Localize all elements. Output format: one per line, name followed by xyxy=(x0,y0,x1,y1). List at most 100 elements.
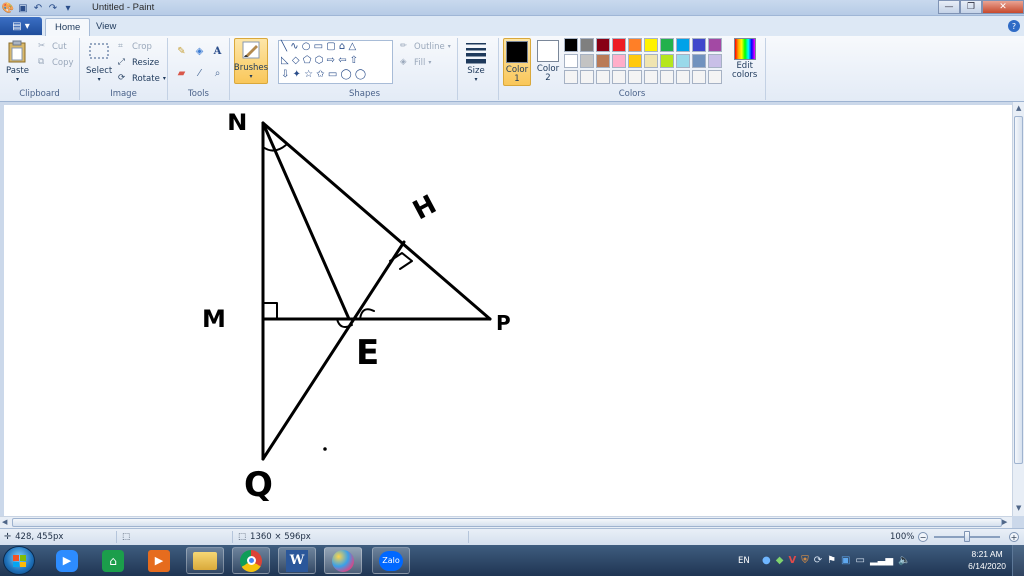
palette-swatch[interactable] xyxy=(660,54,674,68)
language-indicator[interactable]: EN xyxy=(738,545,750,576)
palette-swatch[interactable] xyxy=(612,38,626,52)
palette-swatch[interactable] xyxy=(564,38,578,52)
network-app-icon[interactable]: ▣ xyxy=(841,555,850,566)
palette-swatch[interactable] xyxy=(628,38,642,52)
color1-button[interactable]: Color 1 xyxy=(503,38,531,86)
maximize-button[interactable]: ❐ xyxy=(960,0,982,14)
image-group: Select ▾ ⌗ Crop ⤢ Resize ⟳ Rotate ▾ Image xyxy=(80,38,168,100)
color-picker-icon[interactable]: ⁄ xyxy=(192,66,207,81)
signal-icon[interactable]: ▂▃▅ xyxy=(870,555,893,566)
workspace: N M P E H Q ▲ ▼ ◀ ▶ xyxy=(0,102,1024,528)
taskbar-word[interactable]: W xyxy=(278,547,316,574)
volume-icon[interactable]: 🔈 xyxy=(898,555,910,566)
palette-swatch[interactable] xyxy=(564,54,578,68)
horizontal-scroll-thumb[interactable] xyxy=(12,518,1002,527)
help-icon[interactable]: ? xyxy=(1008,20,1020,32)
select-button[interactable]: Select ▾ xyxy=(86,40,112,83)
start-button[interactable] xyxy=(3,546,35,575)
edit-colors-button[interactable]: Edit colors xyxy=(732,38,757,80)
vertical-scroll-thumb[interactable] xyxy=(1014,116,1023,464)
crop-icon: ⌗ xyxy=(118,41,123,51)
close-button[interactable]: ✕ xyxy=(982,0,1024,14)
fill-button[interactable]: ◈ Fill ▾ xyxy=(400,57,431,68)
palette-swatch[interactable] xyxy=(628,54,642,68)
pencil-icon[interactable]: ✎ xyxy=(174,44,189,59)
palette-swatch[interactable] xyxy=(580,54,594,68)
palette-swatch[interactable] xyxy=(660,38,674,52)
palette-swatch[interactable] xyxy=(580,38,594,52)
show-desktop-button[interactable] xyxy=(1012,545,1024,576)
horizontal-scrollbar[interactable]: ◀ ▶ xyxy=(0,516,1012,528)
vertical-scrollbar[interactable]: ▲ ▼ xyxy=(1012,102,1024,516)
save-icon[interactable]: ▣ xyxy=(17,2,29,14)
palette-swatch[interactable] xyxy=(644,70,658,84)
zoom-slider-knob[interactable] xyxy=(964,531,970,542)
text-tool-icon[interactable]: A xyxy=(210,44,225,59)
palette-swatch[interactable] xyxy=(708,54,722,68)
taskbar-zalo[interactable]: Zalo xyxy=(372,547,410,574)
palette-swatch[interactable] xyxy=(612,70,626,84)
unikey-tray-icon[interactable]: ◆ xyxy=(776,555,784,566)
taskbar-paint[interactable] xyxy=(324,547,362,574)
palette-swatch[interactable] xyxy=(676,38,690,52)
shapes-gallery[interactable]: ╲ ∿ ○ ▭ ▢ ⌂ △ ◺ ◇ ⬠ ⬡ ⇨ ⇦ ⇧ ⇩ ✦ ☆ ✩ ▭ ◯ … xyxy=(278,40,393,84)
palette-swatch[interactable] xyxy=(596,38,610,52)
shield-icon[interactable]: ⛨ xyxy=(801,555,809,566)
palette-swatch[interactable] xyxy=(644,38,658,52)
flag-icon[interactable]: ⚑ xyxy=(827,555,836,566)
taskbar-media-player[interactable]: ▶ xyxy=(140,547,178,574)
taskbar-zoom[interactable]: ▶ xyxy=(48,547,86,574)
size-button[interactable]: Size ▾ xyxy=(465,40,487,83)
eraser-icon[interactable]: ▰ xyxy=(174,66,189,81)
palette-swatch[interactable] xyxy=(692,54,706,68)
scroll-down-icon[interactable]: ▼ xyxy=(1016,504,1021,512)
paint-app-icon[interactable]: 🎨 xyxy=(2,2,14,14)
palette-swatch[interactable] xyxy=(564,70,578,84)
palette-swatch[interactable] xyxy=(596,70,610,84)
cut-button[interactable]: ✂ Cut xyxy=(38,41,67,52)
zalo-tray-icon[interactable]: ● xyxy=(762,555,771,566)
palette-swatch[interactable] xyxy=(596,54,610,68)
paste-button[interactable]: Paste ▾ xyxy=(6,40,29,83)
drawing-canvas[interactable]: N M P E H Q xyxy=(4,105,1012,517)
palette-swatch[interactable] xyxy=(676,54,690,68)
palette-swatch[interactable] xyxy=(580,70,594,84)
paint-menu-button[interactable]: ▤ ▾ xyxy=(0,17,42,35)
palette-swatch[interactable] xyxy=(660,70,674,84)
brushes-button[interactable]: Brushes ▾ xyxy=(234,38,268,84)
clock[interactable]: 8:21 AM 6/14/2020 xyxy=(968,548,1006,572)
palette-swatch[interactable] xyxy=(708,70,722,84)
taskbar-chrome[interactable] xyxy=(232,547,270,574)
fill-bucket-icon[interactable]: ◈ xyxy=(192,44,207,59)
crop-button[interactable]: ⌗ Crop xyxy=(118,41,152,52)
battery-icon[interactable]: ▭ xyxy=(856,555,865,566)
customize-qat-icon[interactable]: ▾ xyxy=(62,2,74,14)
update-icon[interactable]: ⟳ xyxy=(814,555,822,566)
outline-button[interactable]: ✏ Outline ▾ xyxy=(400,41,451,52)
zoom-in-button[interactable]: + xyxy=(1009,532,1019,542)
vietkey-tray-icon[interactable]: V xyxy=(788,555,796,566)
palette-swatch[interactable] xyxy=(644,54,658,68)
palette-swatch[interactable] xyxy=(692,38,706,52)
redo-icon[interactable]: ↷ xyxy=(47,2,59,14)
minimize-button[interactable]: — xyxy=(938,0,960,14)
palette-swatch[interactable] xyxy=(692,70,706,84)
palette-swatch[interactable] xyxy=(676,70,690,84)
palette-swatch[interactable] xyxy=(708,38,722,52)
resize-button[interactable]: ⤢ Resize xyxy=(118,57,159,68)
scroll-right-icon[interactable]: ▶ xyxy=(1002,518,1007,526)
scroll-left-icon[interactable]: ◀ xyxy=(2,518,7,526)
tab-view[interactable]: View xyxy=(87,18,125,36)
taskbar-file-explorer[interactable] xyxy=(186,547,224,574)
magnifier-icon[interactable]: ⌕ xyxy=(210,66,225,81)
palette-swatch[interactable] xyxy=(628,70,642,84)
copy-button[interactable]: ⧉ Copy xyxy=(38,57,74,68)
taskbar-maps[interactable]: ⌂ xyxy=(94,547,132,574)
scroll-up-icon[interactable]: ▲ xyxy=(1016,104,1021,112)
palette-swatch[interactable] xyxy=(612,54,626,68)
tab-home[interactable]: Home xyxy=(45,18,91,36)
color2-button[interactable]: Color 2 xyxy=(534,38,562,86)
rotate-button[interactable]: ⟳ Rotate ▾ xyxy=(118,73,166,84)
undo-icon[interactable]: ↶ xyxy=(32,2,44,14)
zoom-out-button[interactable]: − xyxy=(918,532,928,542)
